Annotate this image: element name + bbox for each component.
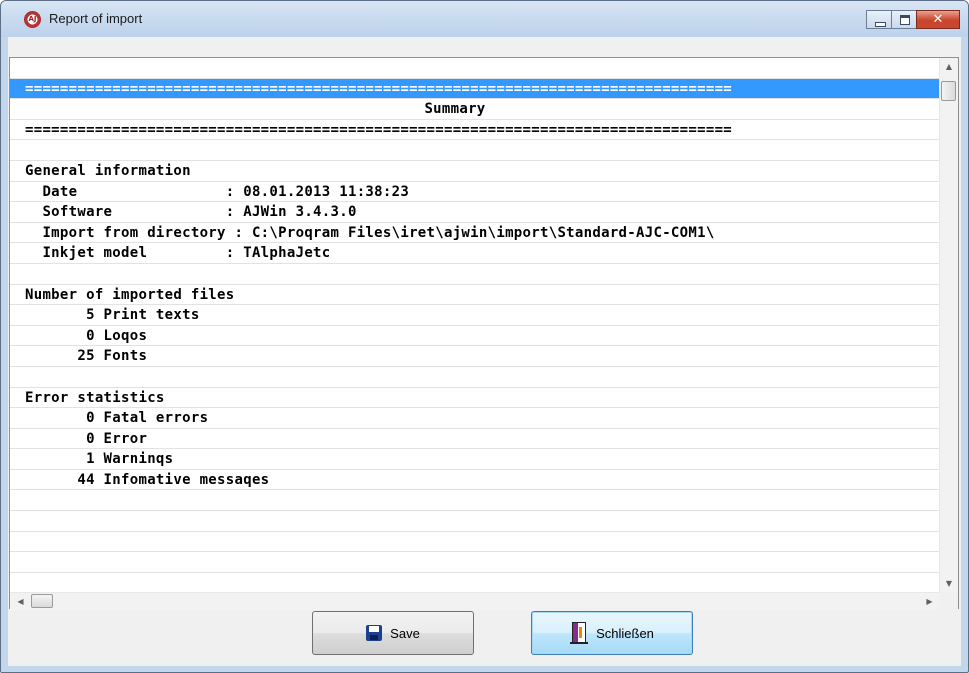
scrollbar-corner	[940, 592, 958, 609]
report-line[interactable]: Software : AJWin 3.4.3.0	[10, 202, 940, 223]
report-line[interactable]: 0 Error	[10, 429, 940, 450]
report-line[interactable]: 0 Loqos	[10, 326, 940, 347]
report-line[interactable]	[10, 490, 940, 512]
report-line[interactable]: Import from directory : C:\Proqram Files…	[10, 223, 940, 244]
report-line[interactable]	[10, 140, 940, 161]
report-line[interactable]	[10, 367, 940, 388]
window-client-area: ========================================…	[8, 37, 961, 666]
report-line[interactable]	[10, 552, 940, 573]
report-line[interactable]: Inkjet model : TAlphaJetc	[10, 243, 940, 264]
maximize-button[interactable]	[891, 10, 917, 29]
report-lines: ========================================…	[10, 58, 940, 592]
report-line[interactable]: 25 Fonts	[10, 346, 940, 367]
report-window: AJ Report of import ====================…	[0, 0, 969, 673]
report-line[interactable]: ========================================…	[10, 120, 940, 141]
report-line[interactable]: 44 Infomative messaqes	[10, 470, 940, 491]
horizontal-scrollbar[interactable]: ◀ ▶	[10, 592, 940, 610]
caption-buttons	[866, 10, 960, 30]
scroll-down-arrow-icon[interactable]: ▼	[940, 575, 958, 592]
title-bar[interactable]: AJ Report of import	[1, 1, 968, 37]
close-button[interactable]: Schließen	[531, 611, 693, 655]
report-line[interactable]: 5 Print texts	[10, 305, 940, 326]
report-line[interactable]	[10, 532, 940, 553]
scroll-up-arrow-icon[interactable]: ▲	[940, 58, 958, 75]
report-line[interactable]	[10, 58, 940, 79]
report-line[interactable]	[10, 573, 940, 592]
window-title: Report of import	[49, 11, 143, 26]
app-logo-icon[interactable]: AJ	[24, 11, 41, 28]
report-listbox[interactable]: ========================================…	[9, 57, 959, 610]
exit-door-icon	[570, 622, 589, 644]
floppy-disk-icon	[366, 625, 383, 641]
report-line[interactable]: 0 Fatal errors	[10, 408, 940, 429]
report-line[interactable]: Error statistics	[10, 388, 940, 409]
scroll-right-arrow-icon[interactable]: ▶	[921, 593, 938, 610]
horizontal-scroll-thumb[interactable]	[31, 594, 53, 608]
save-button-label: Save	[390, 625, 420, 641]
report-line[interactable]: ========================================…	[10, 78, 940, 100]
report-line[interactable]: Number of imported files	[10, 285, 940, 306]
save-button[interactable]: Save	[312, 611, 474, 655]
report-line[interactable]: Summary	[10, 99, 940, 120]
report-line[interactable]	[10, 264, 940, 285]
close-window-button[interactable]	[916, 10, 960, 29]
scroll-left-arrow-icon[interactable]: ◀	[12, 593, 29, 610]
report-line[interactable]	[10, 511, 940, 532]
minimize-button[interactable]	[866, 10, 892, 29]
vertical-scroll-thumb[interactable]	[941, 81, 956, 101]
close-button-label: Schließen	[596, 625, 654, 641]
vertical-scrollbar[interactable]: ▲ ▼	[939, 58, 958, 592]
report-line[interactable]: 1 Warninqs	[10, 449, 940, 470]
report-line[interactable]: Date : 08.01.2013 11:38:23	[10, 182, 940, 203]
report-line[interactable]: General information	[10, 161, 940, 182]
